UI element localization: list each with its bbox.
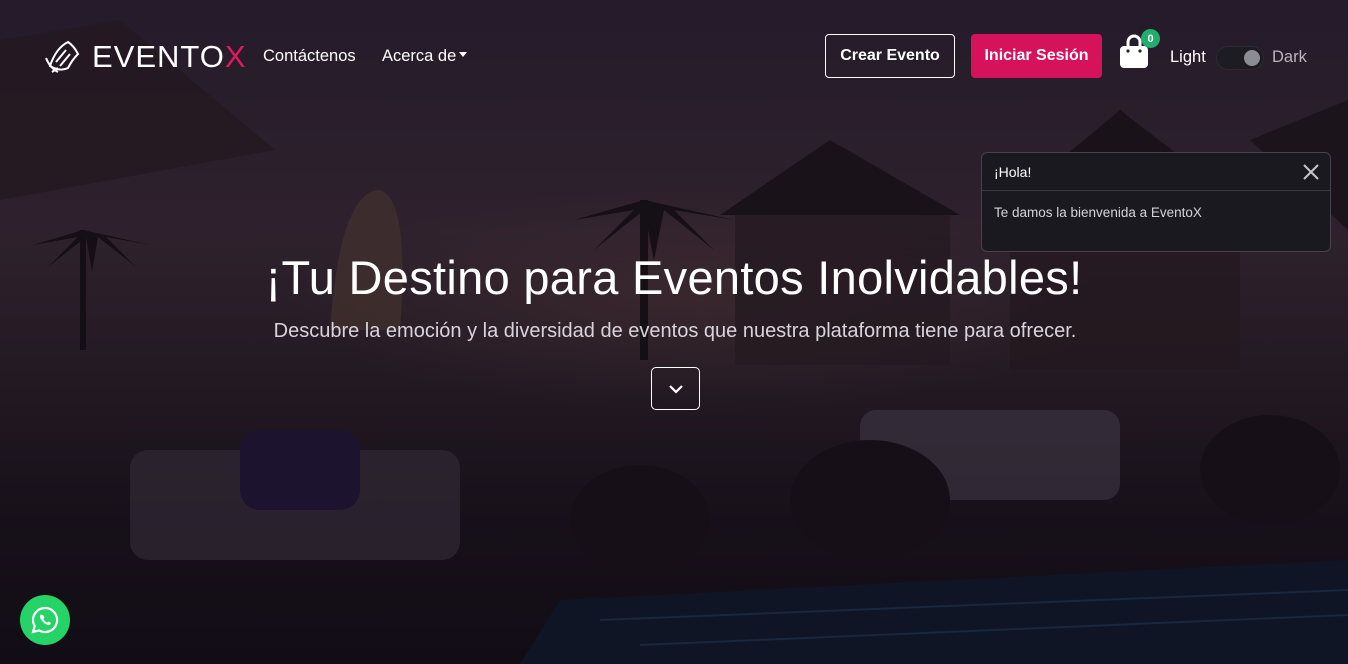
- scroll-down-button[interactable]: [651, 367, 700, 410]
- eventox-logo-icon: [45, 40, 80, 73]
- whatsapp-button[interactable]: [20, 595, 70, 645]
- nav-link-contact[interactable]: Contáctenos: [263, 47, 356, 66]
- caret-down-icon: [459, 52, 468, 58]
- toast-message: Te damos la bienvenida a EventoX: [994, 205, 1202, 220]
- toast-title: ¡Hola!: [994, 163, 1032, 180]
- toast-header: ¡Hola!: [982, 153, 1330, 191]
- theme-toggle[interactable]: [1216, 46, 1264, 70]
- chevron-down-icon: [668, 384, 683, 394]
- theme-light-label: Light: [1170, 48, 1206, 66]
- navbar: EVENTOX Contáctenos Acerca de Crear Even…: [0, 0, 1348, 112]
- hero-subtitle: Descubre la emoción y la diversidad de e…: [273, 320, 1077, 342]
- hero-title: ¡Tu Destino para Eventos Inolvidables!: [265, 251, 1083, 304]
- cart-count-badge: 0: [1141, 29, 1160, 48]
- nav-dropdown-about[interactable]: Acerca de: [382, 47, 468, 66]
- whatsapp-icon: [31, 606, 59, 634]
- theme-dark-label: Dark: [1272, 48, 1307, 66]
- toggle-knob: [1244, 50, 1260, 66]
- nav-about-label: Acerca de: [382, 47, 457, 65]
- close-icon[interactable]: [1300, 161, 1322, 183]
- brand-logo[interactable]: EVENTOX: [42, 36, 247, 78]
- create-event-button[interactable]: Crear Evento: [825, 34, 955, 78]
- hero-section: EVENTOX Contáctenos Acerca de Crear Even…: [0, 0, 1348, 664]
- welcome-toast: ¡Hola! Te damos la bienvenida a EventoX: [981, 152, 1331, 252]
- brand-name: EVENTOX: [92, 39, 247, 74]
- cart-button[interactable]: 0: [1118, 29, 1162, 72]
- login-button[interactable]: Iniciar Sesión: [971, 34, 1102, 78]
